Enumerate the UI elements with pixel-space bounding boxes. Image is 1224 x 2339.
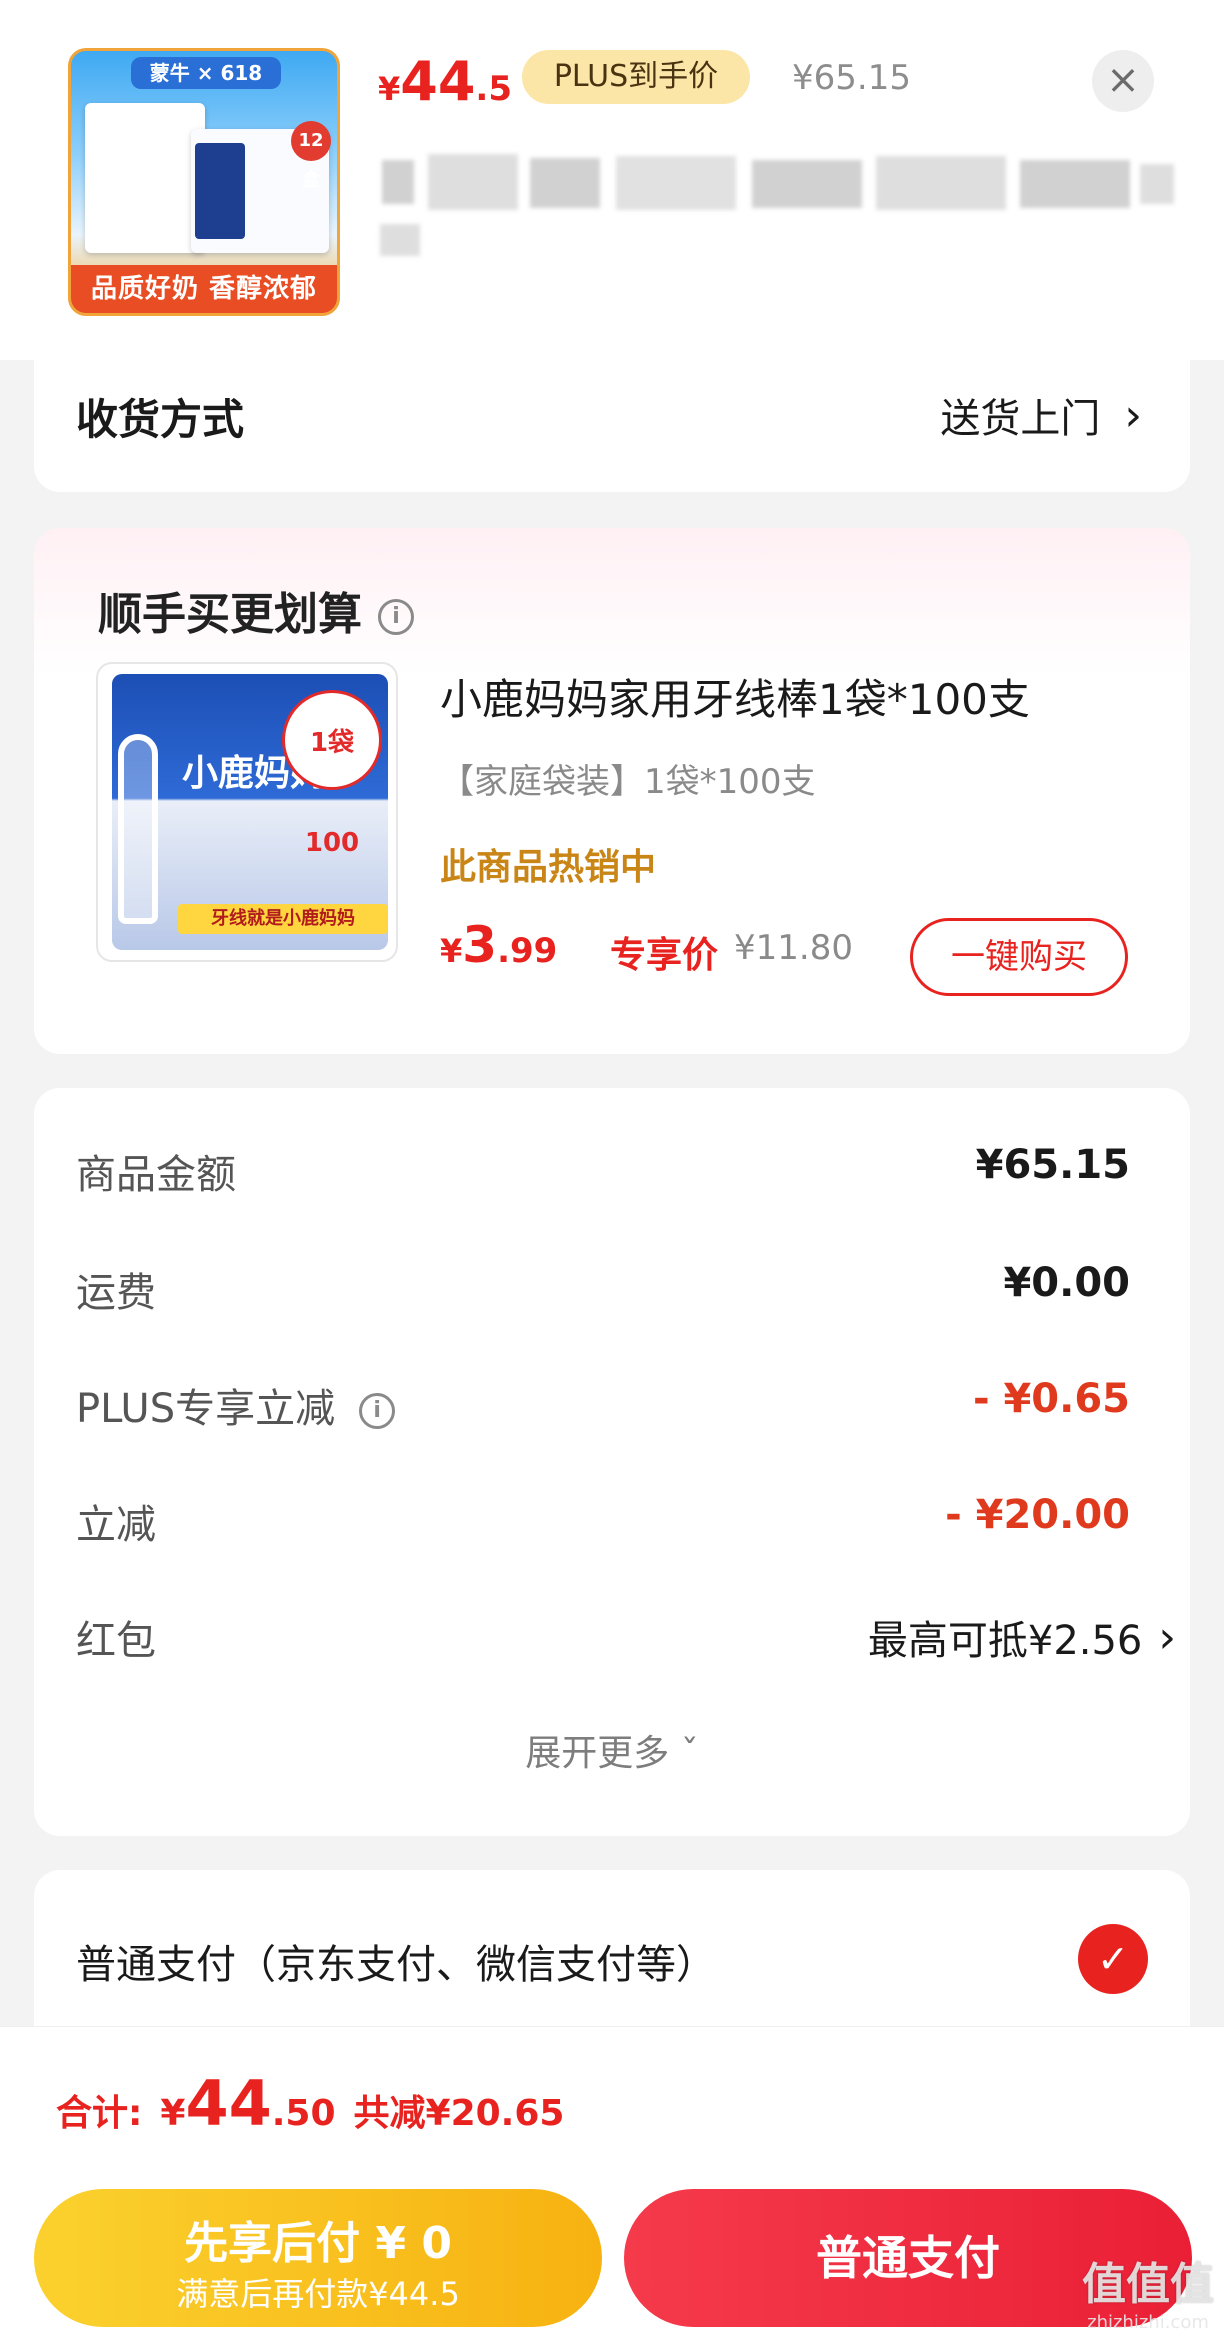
bundle-product-name[interactable]: 小鹿妈妈家用牙线棒1袋*100支 xyxy=(440,666,1030,727)
summary-row-instant-discount: 立减 - ¥20.00 xyxy=(76,1492,1130,1552)
watermark-url: zhizhizhi.com xyxy=(1087,2312,1209,2333)
total-saved: 共减¥20.65 xyxy=(353,2093,565,2134)
summary-row-plus-discount: PLUS专享立减 i - ¥0.65 xyxy=(76,1376,1130,1436)
chevron-right-icon: › xyxy=(1158,1611,1176,1663)
bundle-title: 顺手买更划算 i xyxy=(98,578,414,642)
bundle-title-text: 顺手买更划算 xyxy=(98,589,362,640)
product-thumbnail: 蒙牛 × 618 12盒 品质好奶 香醇浓郁 xyxy=(68,48,340,316)
blurred-product-title xyxy=(380,150,1180,260)
watermark-logo: 值值值 xyxy=(1082,2259,1214,2310)
site-watermark: 值值值 zhizhizhi.com xyxy=(1082,2248,1214,2333)
price-decimal: .5 xyxy=(475,69,512,109)
pay-later-button[interactable]: 先享后付 ¥ 0 满意后再付款¥44.5 xyxy=(34,2189,602,2327)
bundle-offer-card: 顺手买更划算 i 小鹿妈妈 1袋100 牙线就是小鹿妈妈 小鹿妈妈家用牙线棒1袋*… xyxy=(34,528,1190,1054)
check-circle-icon[interactable]: ✓ xyxy=(1078,1924,1148,1994)
plus-price-badge: PLUS到手价 xyxy=(522,50,750,104)
price-currency: ¥ xyxy=(440,932,463,970)
summary-value: - ¥0.65 xyxy=(972,1376,1130,1422)
payment-option-label: 普通支付（京东支付、微信支付等） xyxy=(76,1942,716,1988)
thumbnail-milk-box xyxy=(85,103,205,253)
summary-value: - ¥20.00 xyxy=(945,1492,1130,1538)
bundle-product-price: ¥ 3 .99 xyxy=(440,916,557,974)
floss-product-image[interactable]: 小鹿妈妈 1袋100 牙线就是小鹿妈妈 xyxy=(96,662,398,962)
summary-value: ¥65.15 xyxy=(975,1142,1130,1188)
bundle-original-price: ¥11.80 xyxy=(734,928,853,968)
price-integer: 3 xyxy=(462,916,498,974)
thumbnail-count-badge: 12盒 xyxy=(291,121,331,191)
summary-label-text: PLUS专享立减 xyxy=(76,1386,336,1432)
thumbnail-brand-badge: 蒙牛 × 618 xyxy=(131,57,281,89)
summary-value: 最高可抵¥2.56 › xyxy=(868,1608,1176,1666)
total-amount: 合计: ¥ 44 .50 共减¥20.65 xyxy=(56,2067,564,2140)
info-icon[interactable]: i xyxy=(378,599,414,635)
thumbnail-slogan: 品质好奶 香醇浓郁 xyxy=(71,265,337,313)
info-icon[interactable]: i xyxy=(359,1393,396,1429)
close-icon: × xyxy=(1106,57,1140,103)
original-price: ¥65.15 xyxy=(792,58,911,98)
total-decimal: .50 xyxy=(271,2093,336,2134)
price-decimal: .99 xyxy=(497,931,558,971)
summary-label: 立减 xyxy=(76,1502,156,1548)
summary-value: ¥0.00 xyxy=(1003,1260,1130,1306)
total-currency: ¥ xyxy=(160,2093,186,2134)
floss-pick-shape xyxy=(118,734,158,924)
floss-count-badge: 1袋100 xyxy=(282,690,382,858)
summary-row-red-packet[interactable]: 红包 最高可抵¥2.56 › xyxy=(76,1608,1176,1668)
delivery-method-row[interactable]: 收货方式 送货上门 › xyxy=(34,342,1190,492)
summary-label: 运费 xyxy=(76,1270,156,1316)
price-currency: ¥ xyxy=(378,70,401,108)
delivery-method-label: 收货方式 xyxy=(76,395,245,444)
floss-package: 小鹿妈妈 1袋100 牙线就是小鹿妈妈 xyxy=(112,674,388,950)
plus-price: ¥ 44 .5 xyxy=(378,50,512,113)
one-click-buy-button[interactable]: 一键购买 xyxy=(910,918,1128,996)
product-header: 蒙牛 × 618 12盒 品质好奶 香醇浓郁 ¥ 44 .5 PLUS到手价 ¥… xyxy=(0,0,1224,360)
summary-label: 商品金额 xyxy=(76,1152,236,1198)
summary-label: PLUS专享立减 i xyxy=(76,1376,396,1434)
summary-row-goods-amount: 商品金额 ¥65.15 xyxy=(76,1142,1130,1202)
expand-more-button[interactable]: 展开更多 ˇ xyxy=(34,1724,1190,1776)
price-integer: 44 xyxy=(400,50,476,113)
exclusive-price-label: 专享价 xyxy=(610,935,719,976)
red-packet-value: 最高可抵¥2.56 xyxy=(867,1618,1143,1664)
summary-label: 红包 xyxy=(76,1618,156,1664)
chevron-right-icon: › xyxy=(1124,389,1142,441)
bundle-product-spec: 【家庭袋装】1袋*100支 xyxy=(440,762,816,802)
checkout-bottom-bar: 合计: ¥ 44 .50 共减¥20.65 先享后付 ¥ 0 满意后再付款¥44… xyxy=(0,2026,1224,2339)
bundle-hot-badge: 此商品热销中 xyxy=(440,847,657,888)
delivery-method-text: 送货上门 xyxy=(940,396,1101,442)
close-button[interactable]: × xyxy=(1092,50,1154,112)
pay-later-sublabel: 满意后再付款¥44.5 xyxy=(176,2275,460,2313)
pay-later-label: 先享后付 ¥ 0 xyxy=(184,2218,452,2269)
total-label: 合计: xyxy=(56,2093,143,2134)
price-summary-card: 商品金额 ¥65.15 运费 ¥0.00 PLUS专享立减 i - ¥0.65 立… xyxy=(34,1088,1190,1836)
summary-row-shipping: 运费 ¥0.00 xyxy=(76,1260,1130,1320)
total-integer: 44 xyxy=(185,2067,272,2140)
floss-slogan-strip: 牙线就是小鹿妈妈 xyxy=(178,904,388,934)
delivery-method-value: 送货上门 › xyxy=(940,386,1142,444)
